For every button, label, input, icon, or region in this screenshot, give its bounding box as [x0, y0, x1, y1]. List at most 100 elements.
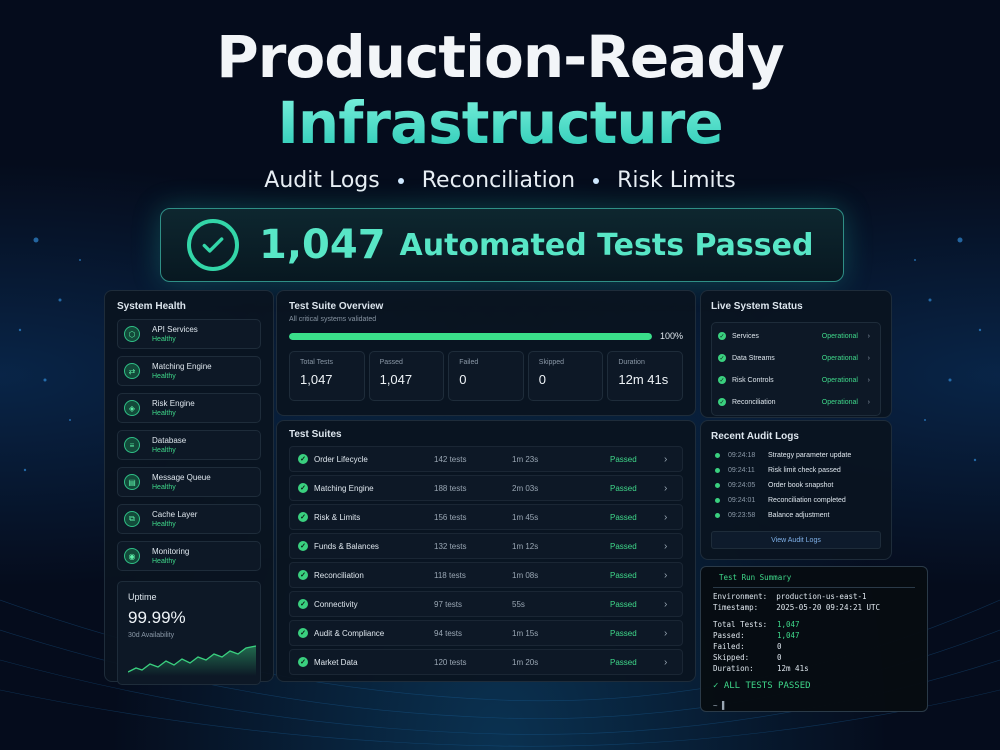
- suite-row[interactable]: ✓ Order Lifecycle 142 tests 1m 23s Passed ›: [289, 446, 683, 472]
- health-item-status: Healthy: [152, 373, 176, 380]
- health-item-database[interactable]: ≡ Database Healthy: [117, 430, 261, 460]
- queue-icon: ▤: [124, 474, 140, 490]
- suite-name: Audit & Compliance: [314, 628, 385, 638]
- uptime-sublabel: 30d Availability: [128, 632, 175, 639]
- check-icon: ✓: [298, 657, 308, 667]
- api-icon: ⬡: [124, 326, 140, 342]
- status-dot-icon: [715, 468, 720, 473]
- check-icon: ✓: [298, 483, 308, 493]
- suite-duration: 1m 15s: [512, 628, 539, 638]
- audit-message: Strategy parameter update: [768, 452, 852, 459]
- stat-label: Duration: [618, 359, 645, 366]
- terminal-summary-label: Duration:: [713, 664, 754, 673]
- bullet-icon: [397, 177, 404, 184]
- live-status-row[interactable]: ✓ Services Operational ›: [718, 325, 874, 347]
- cache-icon: ⧉: [124, 511, 140, 527]
- monitoring-icon: ◉: [124, 548, 140, 564]
- live-status-row[interactable]: ✓ Reconciliation Operational ›: [718, 391, 874, 413]
- live-status-name: Data Streams: [732, 354, 775, 362]
- live-status-row[interactable]: ✓ Data Streams Operational ›: [718, 347, 874, 369]
- health-item-status: Healthy: [152, 336, 176, 343]
- progress-fill: [289, 332, 652, 340]
- health-item-monitoring[interactable]: ◉ Monitoring Healthy: [117, 541, 261, 571]
- health-item-message-queue[interactable]: ▤ Message Queue Healthy: [117, 467, 261, 497]
- suite-duration: 1m 23s: [512, 454, 539, 464]
- check-icon: ✓: [718, 398, 726, 406]
- suite-row[interactable]: ✓ Risk & Limits 156 tests 1m 45s Passed ›: [289, 504, 683, 530]
- stat-value: 0: [459, 372, 467, 387]
- suite-test-count: 94 tests: [434, 628, 463, 638]
- uptime-card: Uptime 99.99% 30d Availability: [117, 581, 261, 685]
- live-status-value: Operational: [821, 398, 858, 406]
- status-dot-icon: [715, 513, 720, 518]
- suite-row[interactable]: ✓ Audit & Compliance 94 tests 1m 15s Passed ›: [289, 620, 683, 646]
- suite-row[interactable]: ✓ Matching Engine 188 tests 2m 03s Passed ›: [289, 475, 683, 501]
- live-status-row[interactable]: ✓ Risk Controls Operational ›: [718, 369, 874, 391]
- audit-message: Balance adjustment: [768, 512, 830, 519]
- terminal-summary-line: Skipped: 0: [713, 653, 915, 664]
- check-circle-icon: ✓: [713, 681, 724, 691]
- terminal-result: ✓ ALL TESTS PASSED: [713, 681, 915, 691]
- terminal-summary-label: Skipped:: [713, 653, 750, 662]
- terminal-summary-label: Total Tests:: [713, 620, 768, 629]
- chevron-right-icon: ›: [664, 627, 668, 639]
- progress-percent: 100%: [659, 331, 683, 341]
- chevron-right-icon: ›: [867, 376, 870, 384]
- chevron-right-icon: ›: [867, 332, 870, 340]
- audit-time: 09:24:01: [728, 497, 756, 504]
- chevron-right-icon: ›: [664, 598, 668, 610]
- audit-time: 09:24:11: [728, 467, 755, 474]
- stat-label: Skipped: [538, 359, 565, 366]
- chevron-right-icon: ›: [664, 569, 668, 581]
- suite-duration: 55s: [512, 599, 525, 609]
- suite-duration: 1m 08s: [512, 570, 539, 580]
- chevron-right-icon: ›: [867, 354, 870, 362]
- feature-risk-limits: Risk Limits: [617, 168, 736, 193]
- chevron-right-icon: ›: [664, 656, 668, 668]
- terminal-env-line: Environment: production-us-east-1: [713, 592, 915, 603]
- health-item-name: API Services: [152, 325, 198, 334]
- suite-row[interactable]: ✓ Connectivity 97 tests 55s Passed ›: [289, 591, 683, 617]
- audit-row: 09:24:01 Reconciliation completed: [711, 493, 881, 508]
- suite-test-count: 97 tests: [434, 599, 463, 609]
- suite-test-count: 132 tests: [434, 541, 467, 551]
- suite-row[interactable]: ✓ Market Data 120 tests 1m 20s Passed ›: [289, 649, 683, 675]
- audit-row: 09:24:18 Strategy parameter update: [711, 448, 881, 463]
- terminal-prompt[interactable]: ~ ▌: [713, 701, 915, 710]
- check-icon: ✓: [298, 512, 308, 522]
- terminal-ts-label: Timestamp:: [713, 603, 759, 612]
- suite-row[interactable]: ✓ Funds & Balances 132 tests 1m 12s Passed ›: [289, 533, 683, 559]
- hero: Production-Ready Infrastructure Audit Lo…: [0, 24, 1000, 193]
- tests-passed-label: Automated Tests Passed: [399, 227, 814, 263]
- progress-bar: [289, 332, 652, 340]
- health-item-risk-engine[interactable]: ◈ Risk Engine Healthy: [117, 393, 261, 423]
- uptime-label: Uptime: [128, 592, 157, 602]
- database-icon: ≡: [124, 437, 140, 453]
- feature-list: Audit Logs Reconciliation Risk Limits: [0, 168, 1000, 193]
- stat-total-tests: Total Tests 1,047: [289, 351, 365, 401]
- terminal-divider: [713, 587, 915, 588]
- terminal-summary-label: Passed:: [713, 631, 745, 640]
- status-dot-icon: [715, 483, 720, 488]
- terminal-summary-value: 1,047: [777, 620, 800, 629]
- feature-audit-logs: Audit Logs: [264, 168, 380, 193]
- view-audit-logs-button[interactable]: View Audit Logs: [711, 531, 881, 549]
- uptime-value: 99.99%: [128, 608, 186, 627]
- health-item-matching-engine[interactable]: ⇄ Matching Engine Healthy: [117, 356, 261, 386]
- health-item-api-services[interactable]: ⬡ API Services Healthy: [117, 319, 261, 349]
- tests-passed-banner: 1,047 Automated Tests Passed: [160, 208, 844, 282]
- overview-title: Test Suite Overview: [289, 301, 384, 312]
- suite-status: Passed: [610, 657, 637, 667]
- feature-reconciliation: Reconciliation: [421, 168, 576, 193]
- tests-passed-count: 1,047: [259, 222, 386, 268]
- suite-test-count: 120 tests: [434, 657, 467, 667]
- terminal-summary-line: Duration: 12m 41s: [713, 664, 915, 675]
- check-icon: ✓: [298, 541, 308, 551]
- suite-duration: 1m 45s: [512, 512, 539, 522]
- terminal-summary-line: Failed: 0: [713, 642, 915, 653]
- terminal-summary-value: 0: [777, 642, 782, 651]
- live-status-value: Operational: [821, 354, 858, 362]
- suite-row[interactable]: ✓ Reconciliation 118 tests 1m 08s Passed ›: [289, 562, 683, 588]
- terminal-env-label: Environment:: [713, 592, 768, 601]
- health-item-cache-layer[interactable]: ⧉ Cache Layer Healthy: [117, 504, 261, 534]
